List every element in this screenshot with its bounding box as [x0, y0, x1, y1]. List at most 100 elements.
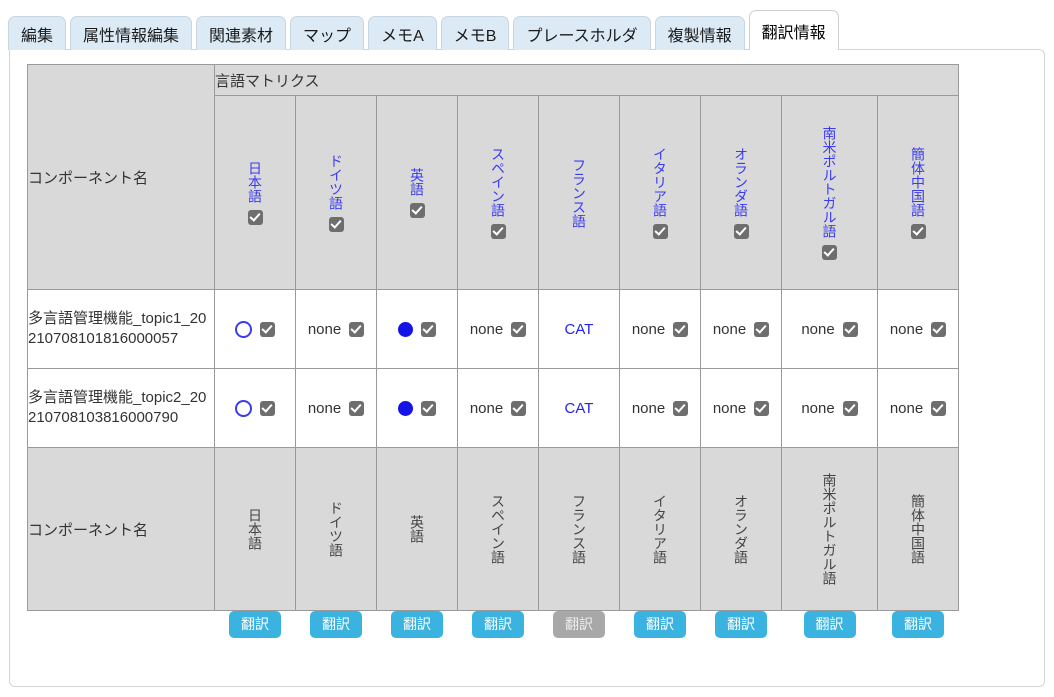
status-cell-checkbox[interactable] — [842, 321, 858, 337]
status-cell-checkbox[interactable] — [931, 321, 947, 337]
tab-8[interactable]: 複製情報 — [654, 16, 745, 50]
language-header-checkbox[interactable] — [409, 202, 425, 218]
language-header-label: オランダ語 — [733, 146, 749, 217]
language-footer-content: 簡体中国語 — [878, 448, 958, 610]
status-cell-checkbox[interactable] — [349, 321, 365, 337]
translate-button-cell: 翻訳 — [215, 611, 296, 652]
language-header-checkbox[interactable] — [490, 223, 506, 239]
translate-button-cell: 翻訳 — [296, 611, 377, 652]
language-footer-label: 南米ポルトガル語 — [821, 473, 838, 585]
circle-open-icon — [235, 399, 252, 417]
status-cell-checkbox[interactable] — [421, 321, 436, 337]
language-header-3: 英語 — [376, 95, 458, 290]
translate-button-cell: 翻訳 — [701, 611, 782, 652]
tab-2[interactable]: 属性情報編集 — [70, 16, 193, 50]
status-cell-content: none — [458, 321, 538, 338]
language-footer-6: イタリア語 — [619, 447, 701, 611]
tab-label: 複製情報 — [667, 27, 732, 45]
none-status-label: none — [889, 399, 924, 417]
language-footer-2: ドイツ語 — [295, 447, 377, 611]
language-header-content: オランダ語 — [701, 96, 781, 289]
none-status-label: none — [889, 320, 924, 338]
status-cell-content: none — [296, 400, 376, 417]
status-cell — [214, 368, 296, 448]
translate-button-3[interactable]: 翻訳 — [391, 611, 443, 639]
language-header-checkbox[interactable] — [328, 216, 344, 232]
translate-button-7[interactable]: 翻訳 — [715, 611, 767, 639]
status-cell: none — [700, 289, 782, 369]
status-cell: none — [295, 368, 377, 448]
tab-3[interactable]: 関連素材 — [196, 16, 287, 50]
tab-4[interactable]: マップ — [290, 16, 365, 50]
translate-button-cell: 翻訳 — [539, 611, 620, 652]
status-cell: none — [295, 289, 377, 369]
language-matrix-table: コンポーネント名 言語マトリクス 日本語 ドイツ語 英語 スペイン語 フランス語 イタリア語オ… — [27, 64, 959, 651]
language-header-label: イタリア語 — [652, 146, 668, 217]
status-cell — [376, 289, 458, 369]
status-cell-checkbox[interactable] — [754, 400, 770, 416]
tab-label: メモA — [381, 27, 424, 45]
language-header-label: スペイン語 — [490, 146, 506, 217]
language-footer-label: オランダ語 — [733, 494, 749, 564]
tab-5[interactable]: メモA — [368, 16, 437, 50]
status-cell-checkbox[interactable] — [511, 321, 527, 337]
status-cell-checkbox[interactable] — [260, 321, 275, 337]
translate-button-4[interactable]: 翻訳 — [472, 611, 524, 639]
tab-7[interactable]: プレースホルダ — [513, 16, 651, 50]
none-status-label: none — [307, 320, 342, 338]
language-matrix-body: コンポーネント名 言語マトリクス 日本語 ドイツ語 英語 スペイン語 フランス語 イタリア語オ… — [27, 64, 959, 652]
language-footer-content: 英語 — [377, 448, 457, 610]
status-cell: none — [781, 368, 878, 448]
language-header-2: ドイツ語 — [295, 95, 377, 290]
tab-1[interactable]: 編集 — [8, 16, 67, 50]
language-footer-content: 南米ポルトガル語 — [782, 448, 877, 610]
language-header-label: フランス語 — [571, 157, 587, 228]
translate-button-2[interactable]: 翻訳 — [310, 611, 362, 639]
language-matrix-group-label: 言語マトリクス — [214, 64, 959, 96]
none-status-label: none — [712, 399, 747, 417]
circle-open-icon — [235, 320, 252, 338]
status-cell-checkbox[interactable] — [931, 400, 947, 416]
none-status-label: none — [631, 320, 666, 338]
translate-button-9[interactable]: 翻訳 — [892, 611, 944, 639]
component-name-footer: コンポーネント名 — [27, 447, 215, 611]
status-cell-checkbox[interactable] — [349, 400, 365, 416]
component-name-cell: 多言語管理機能_topic2_20210708103816000790 — [27, 368, 215, 448]
status-cell-checkbox[interactable] — [260, 400, 275, 416]
language-header-label: ドイツ語 — [328, 153, 344, 210]
language-footer-label: イタリア語 — [652, 494, 668, 564]
status-cell: none — [619, 289, 701, 369]
language-header-checkbox[interactable] — [910, 223, 926, 239]
language-header-label: 英語 — [409, 167, 425, 196]
status-cell: CAT — [538, 289, 620, 369]
status-cell-checkbox[interactable] — [673, 321, 689, 337]
status-cell: none — [457, 368, 539, 448]
translate-button-6[interactable]: 翻訳 — [634, 611, 686, 639]
tab-label: プレースホルダ — [526, 27, 638, 45]
status-cell-content: none — [701, 321, 781, 338]
status-cell: none — [877, 289, 959, 369]
language-header-checkbox[interactable] — [652, 223, 668, 239]
tab-9-active[interactable]: 翻訳情報 — [748, 10, 839, 50]
language-header-checkbox[interactable] — [247, 209, 263, 225]
status-cell-checkbox[interactable] — [673, 400, 689, 416]
status-cell-content: none — [782, 321, 877, 338]
table-row: 多言語管理機能_topic2_20210708103816000790 none n… — [27, 368, 959, 448]
translate-button-8[interactable]: 翻訳 — [803, 611, 856, 639]
status-cell-checkbox[interactable] — [511, 400, 527, 416]
translate-button-5-disabled: 翻訳 — [553, 611, 605, 639]
translate-button-1[interactable]: 翻訳 — [229, 611, 281, 639]
component-name-cell: 多言語管理機能_topic1_20210708101816000057 — [27, 289, 215, 369]
language-header-content: 日本語 — [215, 96, 295, 289]
circle-filled-icon — [398, 321, 413, 337]
language-header-1: 日本語 — [214, 95, 296, 290]
language-header-checkbox[interactable] — [733, 223, 749, 239]
status-cell-checkbox[interactable] — [754, 321, 770, 337]
component-name-header: コンポーネント名 — [27, 64, 215, 290]
language-header-checkbox[interactable] — [822, 244, 837, 260]
translation-info-panel: コンポーネント名 言語マトリクス 日本語 ドイツ語 英語 スペイン語 フランス語 イタリア語オ… — [9, 49, 1045, 687]
status-cell-checkbox[interactable] — [421, 400, 436, 416]
tab-6[interactable]: メモB — [440, 16, 510, 50]
language-header-4: スペイン語 — [457, 95, 539, 290]
status-cell-checkbox[interactable] — [842, 400, 858, 416]
